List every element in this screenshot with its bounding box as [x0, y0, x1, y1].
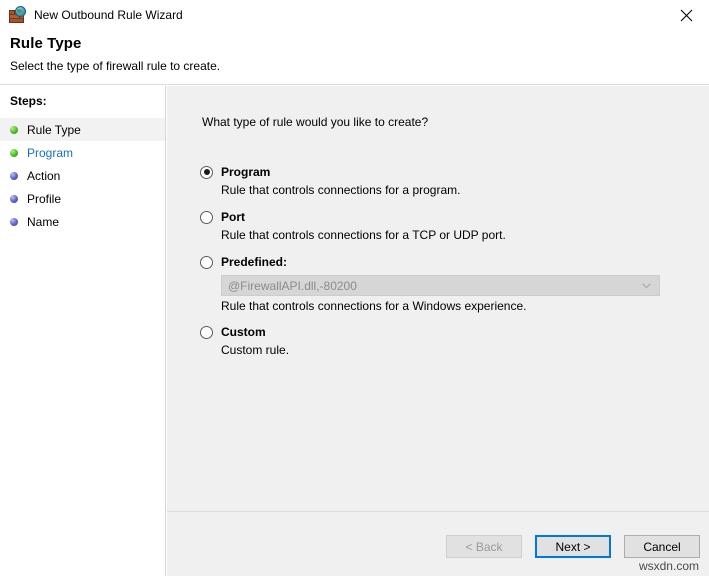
sidebar-item-label: Action — [27, 168, 61, 183]
sidebar-item-action[interactable]: Action — [0, 164, 165, 187]
option-custom-header[interactable]: Custom — [200, 324, 700, 340]
question-text: What type of rule would you like to crea… — [202, 115, 429, 129]
back-button[interactable]: < Back — [446, 535, 522, 558]
option-program-label: Program — [221, 165, 271, 179]
main-content: What type of rule would you like to crea… — [167, 86, 709, 511]
window-title: New Outbound Rule Wizard — [34, 8, 183, 22]
option-custom[interactable]: Custom Custom rule. — [200, 324, 700, 357]
steps-label: Steps: — [10, 94, 47, 108]
title-bar: New Outbound Rule Wizard — [0, 0, 709, 30]
option-port[interactable]: Port Rule that controls connections for … — [200, 209, 700, 242]
option-port-label: Port — [221, 210, 245, 224]
sidebar-item-label: Profile — [27, 191, 62, 206]
wizard-window: New Outbound Rule Wizard Rule Type Selec… — [0, 0, 709, 576]
sidebar-item-label: Program — [27, 145, 74, 160]
steps-list: Rule Type Program Action Profile Name — [0, 118, 165, 233]
option-port-description: Rule that controls connections for a TCP… — [221, 228, 506, 242]
step-bullet-icon — [10, 194, 18, 203]
sidebar-item-rule-type[interactable]: Rule Type — [0, 118, 165, 141]
page-header: Rule Type Select the type of firewall ru… — [0, 30, 709, 85]
sidebar-item-profile[interactable]: Profile — [0, 187, 165, 210]
sidebar-item-program[interactable]: Program — [0, 141, 165, 164]
close-icon — [680, 9, 693, 21]
radio-predefined[interactable] — [200, 255, 213, 269]
option-custom-label: Custom — [221, 325, 266, 339]
radio-port[interactable] — [200, 210, 213, 224]
radio-custom[interactable] — [200, 325, 213, 339]
page-title: Rule Type — [10, 35, 82, 52]
cancel-button[interactable]: Cancel — [624, 535, 700, 558]
step-bullet-icon — [10, 217, 18, 226]
rule-type-radio-group: Program Rule that controls connections f… — [200, 164, 700, 367]
option-predefined-description: Rule that controls connections for a Win… — [221, 299, 527, 313]
option-program-description: Rule that controls connections for a pro… — [221, 183, 461, 197]
predefined-rule-value: @FirewallAPI.dll,-80200 — [228, 278, 357, 293]
globe-shape — [15, 6, 26, 17]
page-subtitle: Select the type of firewall rule to crea… — [10, 59, 221, 73]
option-program[interactable]: Program Rule that controls connections f… — [200, 164, 700, 197]
option-custom-description: Custom rule. — [221, 343, 290, 357]
step-bullet-icon — [10, 125, 18, 134]
predefined-rule-dropdown[interactable]: @FirewallAPI.dll,-80200 — [221, 275, 660, 296]
step-bullet-icon — [10, 148, 18, 157]
footer-bar: < Back Next > Cancel wsxdn.com — [167, 511, 709, 576]
option-predefined-label: Predefined: — [221, 255, 288, 269]
step-bullet-icon — [10, 171, 18, 180]
sidebar-item-label: Name — [27, 214, 60, 229]
sidebar-item-name[interactable]: Name — [0, 210, 165, 233]
radio-program[interactable] — [200, 165, 213, 179]
sidebar-item-label: Rule Type — [27, 122, 81, 137]
option-predefined[interactable]: Predefined: @FirewallAPI.dll,-80200 Rule… — [200, 254, 700, 313]
option-program-header[interactable]: Program — [200, 164, 700, 180]
option-predefined-header[interactable]: Predefined: — [200, 254, 700, 270]
steps-sidebar: Steps: Rule Type Program Action Profile … — [0, 86, 166, 576]
watermark-text: wsxdn.com — [638, 559, 699, 573]
firewall-brick-globe-icon — [8, 6, 26, 24]
close-button[interactable] — [664, 0, 709, 30]
option-port-header[interactable]: Port — [200, 209, 700, 225]
next-button[interactable]: Next > — [535, 535, 611, 558]
chevron-down-icon — [642, 282, 651, 289]
wizard-buttons: < Back Next > Cancel — [446, 535, 700, 558]
